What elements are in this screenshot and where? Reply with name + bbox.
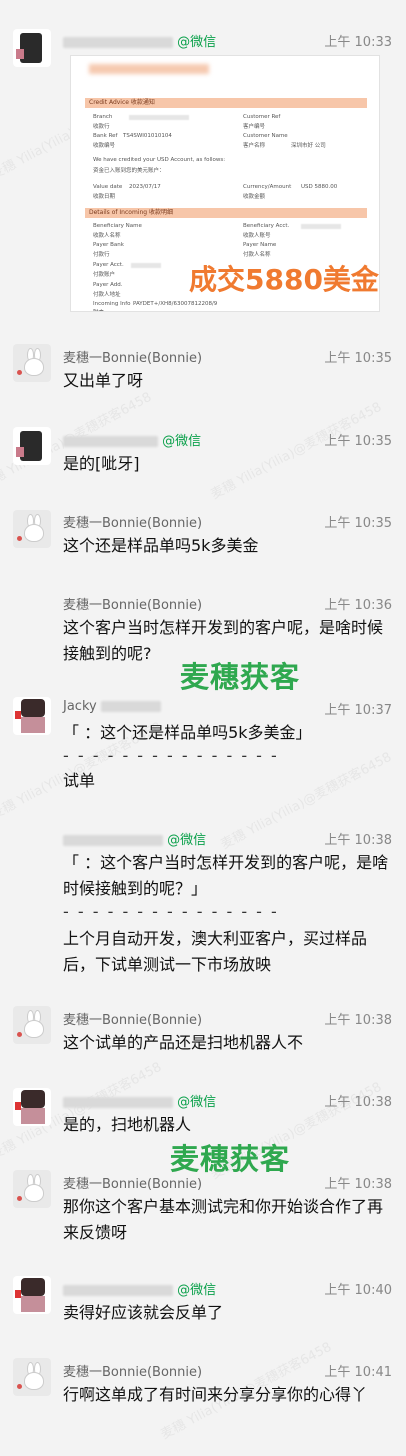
doc-text: 资金已入账到您的美元账户：	[93, 168, 165, 174]
sender-name: 麦穗一Bonnie(Bonnie)	[63, 1013, 203, 1028]
doc-label: 收款编号	[93, 143, 116, 149]
message-time: 上午 10:33	[324, 35, 392, 50]
doc-label: Beneficiary Name	[93, 223, 142, 229]
message-text: 是的[呲牙]	[63, 454, 140, 473]
message-time: 上午 10:38	[324, 1177, 392, 1192]
message-text: 上个月自动开发，澳大利亚客户，买过样品后，下试单测试一下市场放映	[63, 929, 368, 974]
avatar[interactable]	[13, 1276, 51, 1314]
brand-watermark-overlay: 麦穗获客	[180, 660, 301, 694]
avatar[interactable]	[13, 29, 51, 67]
quoted-text: 「 ：这个客户当时怎样开发到的客户呢，是啥时候接触到的呢？」	[63, 853, 389, 898]
brand-watermark-overlay: 麦穗获客	[170, 1142, 291, 1176]
doc-label: 付款人名称	[243, 252, 271, 258]
watermark: 麦穗 Yilia(Yilia)@麦穗获客6458	[208, 399, 385, 503]
message-time: 上午 10:36	[324, 598, 392, 613]
doc-label: Beneficiary Acct.	[243, 223, 290, 229]
doc-label: Value date	[93, 184, 123, 190]
doc-label: 附言	[93, 308, 104, 311]
doc-label: Incoming Info	[93, 301, 131, 307]
avatar[interactable]	[13, 510, 51, 548]
message-time: 上午 10:38	[324, 833, 392, 848]
avatar[interactable]	[13, 697, 51, 735]
sender-name: 麦穗一Bonnie(Bonnie)	[63, 1177, 203, 1192]
sender-name: @微信	[63, 829, 206, 848]
sender-name: 麦穗一Bonnie(Bonnie)	[63, 516, 203, 531]
message-time: 上午 10:38	[324, 1013, 392, 1028]
doc-label: Currency/Amount	[243, 184, 292, 190]
doc-value: TS4SWI01010104	[123, 133, 172, 139]
message-text: 这个还是样品单吗5k多美金	[63, 536, 259, 555]
sender-name: @微信	[63, 1091, 216, 1110]
doc-label: 收款日期	[93, 194, 116, 200]
message-time: 上午 10:41	[324, 1365, 392, 1380]
quote-separator: - - - - - - - - - - - - - - -	[63, 902, 279, 921]
doc-label: 付款行	[93, 252, 110, 258]
sender-name: @微信	[63, 430, 201, 449]
doc-section-header: Details of Incoming 收款明细	[85, 208, 367, 218]
avatar[interactable]	[13, 427, 51, 465]
sender-name: 麦穗一Bonnie(Bonnie)	[63, 351, 203, 366]
message-time: 上午 10:40	[324, 1283, 392, 1298]
avatar[interactable]	[13, 344, 51, 382]
doc-label: 收款金额	[243, 194, 266, 200]
doc-text: We have credited your USD Account, as fo…	[93, 157, 226, 163]
sender-name: Jacky	[63, 699, 161, 714]
doc-label: Payer Bank	[93, 242, 124, 248]
sender-name: @微信	[63, 1279, 216, 1298]
avatar[interactable]	[13, 1006, 51, 1044]
message-time: 上午 10:37	[324, 703, 392, 718]
message-time: 上午 10:38	[324, 1095, 392, 1110]
message-text: 这个试单的产品还是扫地机器人不	[63, 1033, 304, 1052]
message-time: 上午 10:35	[324, 434, 392, 449]
doc-value: 深圳市好 公司	[291, 143, 326, 149]
doc-label: Bank Ref	[93, 133, 118, 139]
bank-logo	[89, 64, 209, 74]
doc-label: 收款行	[93, 124, 110, 130]
doc-value: PAYDET+/XH8/63007812208/9	[133, 301, 218, 307]
message-text: 那你这个客户基本测试完和你开始谈合作了再来反馈呀	[63, 1197, 384, 1242]
doc-value: USD 5880.00	[301, 184, 338, 190]
message-text: 试单	[63, 771, 96, 790]
doc-label: 付款账户	[93, 272, 116, 278]
doc-label: 付款人地址	[93, 292, 121, 298]
message-text: 是的，扫地机器人	[63, 1115, 192, 1134]
doc-label: 客户名称	[243, 143, 266, 149]
doc-value: 2023/07/17	[129, 184, 161, 190]
avatar[interactable]	[13, 1170, 51, 1208]
doc-label: 收款人名称	[93, 233, 121, 239]
message-text: 行啊这单成了有时间来分享分享你的心得丫	[63, 1385, 368, 1404]
message-time: 上午 10:35	[324, 516, 392, 531]
sender-name: 麦穗一Bonnie(Bonnie)	[63, 1365, 203, 1380]
doc-label: Payer Add.	[93, 282, 123, 288]
doc-label: 收款人账号	[243, 233, 271, 239]
doc-label: Customer Ref	[243, 114, 281, 120]
message-time: 上午 10:35	[324, 351, 392, 366]
doc-label: Payer Acct.	[93, 262, 124, 268]
credit-advice-image[interactable]: Credit Advice 收款通知 Branch 收款行 Customer R…	[70, 55, 380, 312]
message-text: 卖得好应该就会反单了	[63, 1303, 224, 1322]
avatar[interactable]	[13, 1358, 51, 1396]
doc-label: Payer Name	[243, 242, 277, 248]
deal-amount-overlay: 成交5880美金	[189, 263, 379, 296]
sender-name: @微信	[63, 31, 216, 50]
doc-label: Customer Name	[243, 133, 288, 139]
quote-separator: - - - - - - - - - - - - - - -	[63, 746, 279, 765]
message-text: 又出单了呀	[63, 371, 144, 390]
doc-label: Branch	[93, 114, 113, 120]
doc-section-header: Credit Advice 收款通知	[85, 98, 367, 108]
doc-label: 客户编号	[243, 124, 266, 130]
avatar[interactable]	[13, 1088, 51, 1126]
sender-name: 麦穗一Bonnie(Bonnie)	[63, 598, 203, 613]
